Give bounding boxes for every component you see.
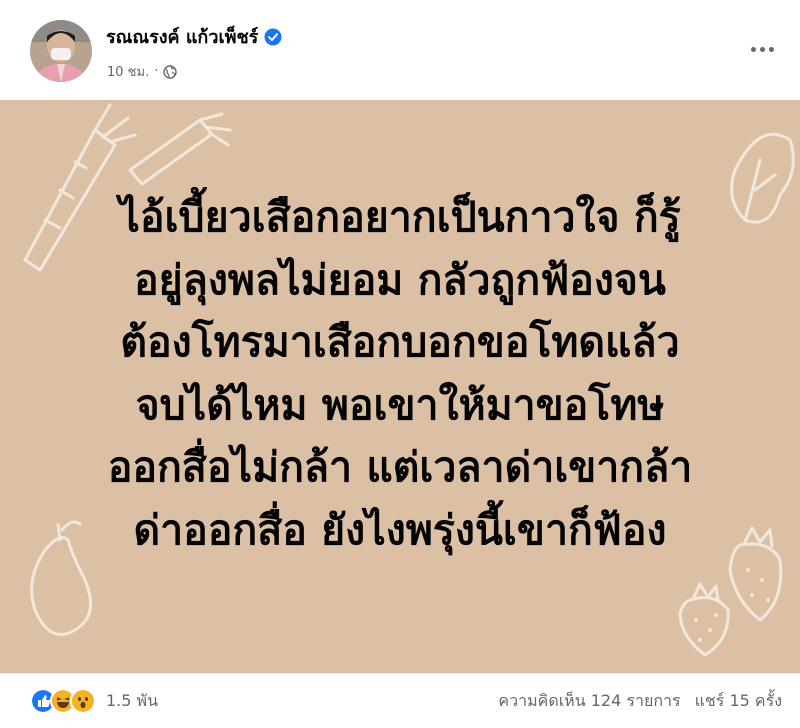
verified-badge-icon — [264, 28, 282, 45]
post-time[interactable]: 10 ชม. — [107, 61, 149, 82]
globe-icon[interactable] — [163, 64, 178, 79]
post-footer: 1.5 พัน ความคิดเห็น 124 รายการ แชร์ 15 ค… — [0, 673, 800, 728]
post-stats: ความคิดเห็น 124 รายการ แชร์ 15 ครั้ง — [498, 689, 782, 714]
avatar[interactable] — [30, 20, 92, 82]
avatar-image — [30, 20, 92, 82]
post-text-line: ออกสื่อไม่กล้า แต่เวลาด่าเขากล้า — [107, 443, 693, 491]
post-text-line: ต้องโทรมาเสือกบอกขอโทดแล้ว — [120, 318, 680, 366]
post-meta: 10 ชม. · — [107, 61, 178, 82]
post-background: ไอ้เบี้ยวเสือกอยากเป็นกาวใจ ก็รู้ อยู่ลุ… — [0, 100, 800, 673]
author-row: รณณรงค์ แก้วเพ็ชร์ — [106, 22, 282, 51]
post-text-line: จบได้ไหม พอเขาให้มาขอโทษ — [135, 380, 665, 429]
more-options-icon[interactable] — [744, 36, 780, 62]
share-count[interactable]: แชร์ 15 ครั้ง — [695, 689, 782, 714]
wow-icon — [70, 688, 96, 714]
reactions-summary[interactable]: 1.5 พัน — [30, 688, 158, 714]
author-name[interactable]: รณณรงค์ แก้วเพ็ชร์ — [106, 22, 258, 51]
meta-separator: · — [154, 64, 159, 79]
post-text: ไอ้เบี้ยวเสือกอยากเป็นกาวใจ ก็รู้ อยู่ลุ… — [20, 186, 780, 561]
post-text-line: ด่าออกสื่อ ยังไงพรุ่งนี้เขาก็ฟ้อง — [133, 505, 667, 554]
reaction-count[interactable]: 1.5 พัน — [106, 689, 158, 714]
post-header: รณณรงค์ แก้วเพ็ชร์ 10 ชม. · — [0, 0, 800, 100]
comment-count[interactable]: ความคิดเห็น 124 รายการ — [498, 689, 680, 714]
post-text-line: อยู่ลุงพลไม่ยอม กลัวถูกฟ้องจน — [134, 255, 666, 304]
post-text-line: ไอ้เบี้ยวเสือกอยากเป็นกาวใจ ก็รู้ — [119, 193, 681, 241]
